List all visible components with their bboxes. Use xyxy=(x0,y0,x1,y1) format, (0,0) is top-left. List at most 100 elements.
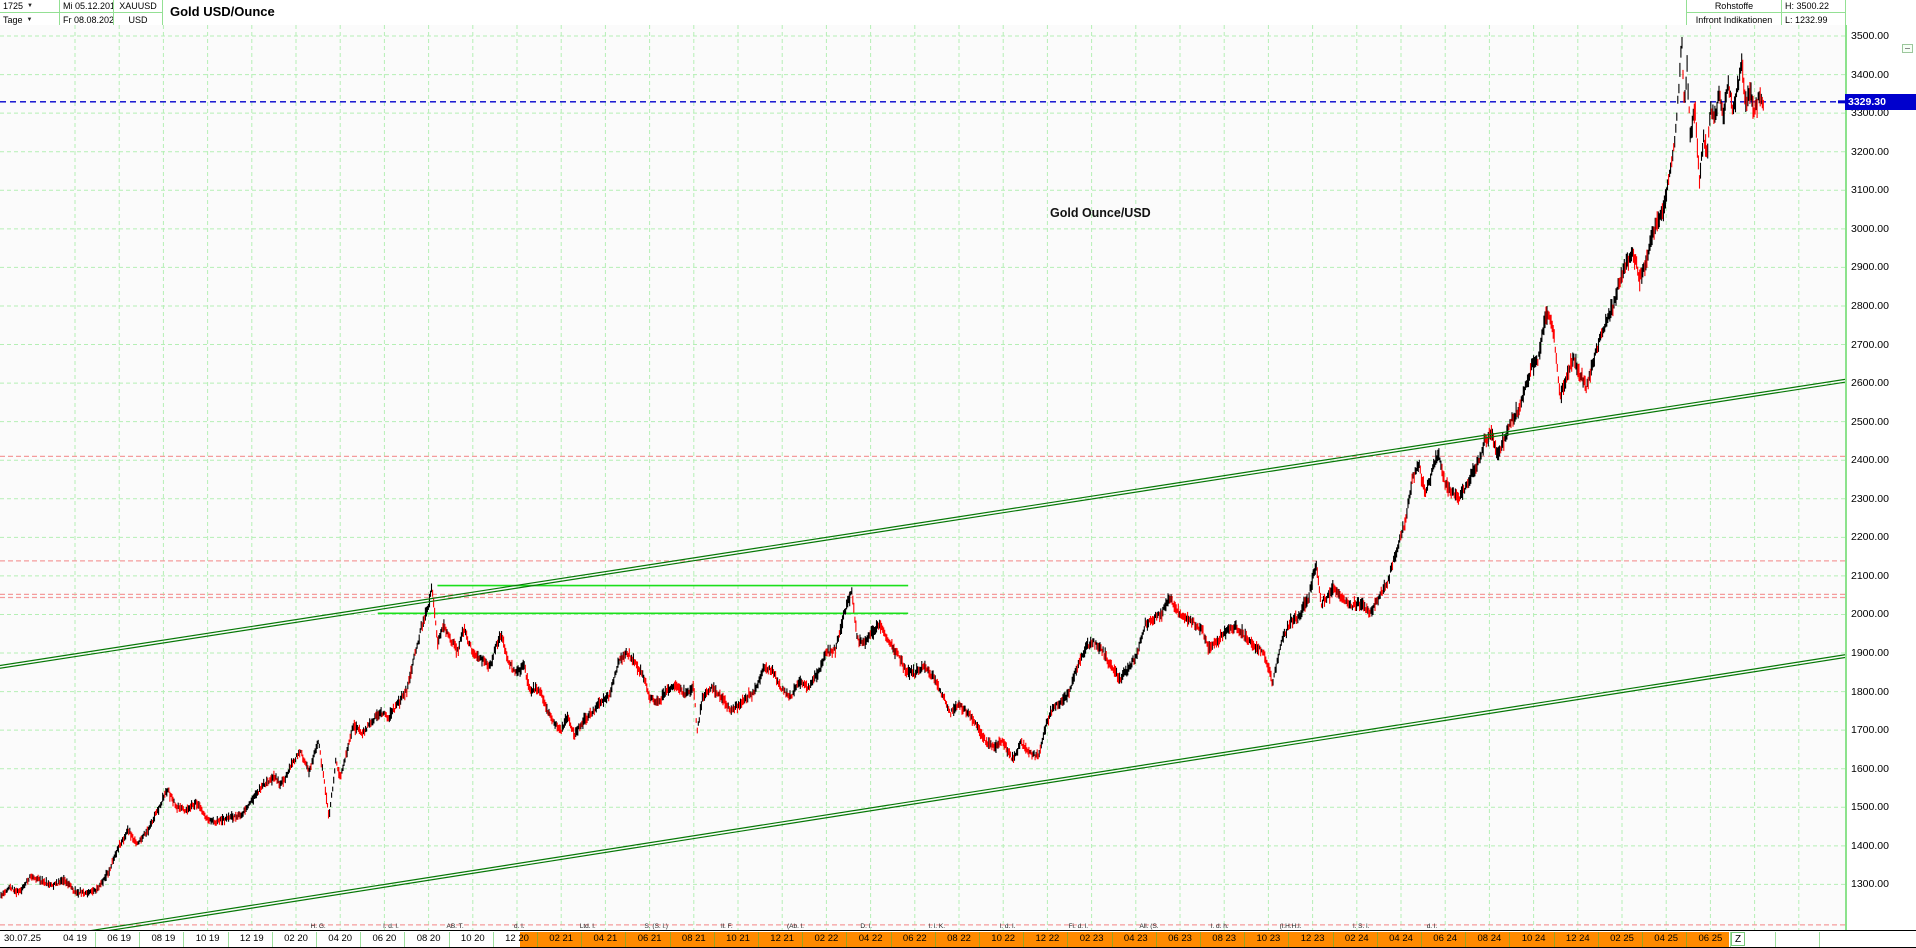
price-axis-label: 2200.00 xyxy=(1851,531,1889,544)
date-from-field[interactable]: Mi 05.12.2018 xyxy=(60,0,114,13)
time-axis-tick xyxy=(183,932,185,947)
time-axis-label: 08 21 xyxy=(681,933,706,944)
time-axis-tick xyxy=(581,932,583,947)
time-axis-tick xyxy=(1465,932,1467,947)
time-axis-label: 06 20 xyxy=(372,933,397,944)
time-axis-label: 12 20 xyxy=(505,933,529,944)
price-axis-label: 1400.00 xyxy=(1851,839,1889,852)
time-axis-label: 02 21 xyxy=(549,933,574,944)
period-high-readout: H: 3500.22 xyxy=(1782,0,1846,13)
collapse-icon[interactable] xyxy=(1902,44,1913,53)
price-axis-label: 3100.00 xyxy=(1851,184,1889,197)
time-axis-tick xyxy=(1288,932,1290,947)
time-axis-label: 02 20 xyxy=(284,933,308,944)
time-axis-tick xyxy=(1155,932,1157,947)
time-axis-tick xyxy=(802,932,804,947)
time-axis-label: 08 22 xyxy=(947,933,971,944)
time-axis-tick xyxy=(95,932,96,947)
time-axis-tick xyxy=(1111,932,1113,947)
event-marker-label: l. d. l. xyxy=(999,923,1016,930)
event-marker-label: l. d. l. xyxy=(383,923,399,930)
price-axis-label: 2400.00 xyxy=(1851,454,1889,467)
time-axis-label: 06 19 xyxy=(107,933,132,944)
time-axis-tick xyxy=(448,932,450,947)
period-dropdown[interactable]: 1725 ▼ xyxy=(0,0,60,13)
time-axis-tick xyxy=(1332,932,1334,947)
time-axis-tick xyxy=(360,932,362,947)
time-axis-label: 10 23 xyxy=(1256,933,1281,944)
price-axis-label: 3500.00 xyxy=(1851,30,1889,42)
time-axis-label: 06 22 xyxy=(902,933,927,944)
price-axis-label: 3200.00 xyxy=(1851,145,1889,158)
price-axis-label: 2800.00 xyxy=(1851,299,1889,312)
time-axis-tick xyxy=(1376,932,1378,947)
time-axis-tick xyxy=(758,932,759,947)
page-title: Gold USD/Ounce xyxy=(170,4,275,19)
price-axis-label: 2500.00 xyxy=(1851,415,1889,428)
time-axis-tick xyxy=(492,932,494,947)
price-chart-canvas[interactable] xyxy=(0,25,1845,930)
chevron-down-icon: ▼ xyxy=(27,3,33,9)
event-marker-label: AB. T. xyxy=(446,923,464,930)
time-axis-tick xyxy=(1553,932,1555,947)
event-marker-label: l. d. h. xyxy=(1210,923,1229,930)
price-axis-label: 3400.00 xyxy=(1851,68,1889,81)
time-axis[interactable]: 30.07.25 Z 04 19 06 19 08 19 10 19 12 19 02 2… xyxy=(0,930,1916,948)
time-axis-tick xyxy=(669,932,671,947)
time-axis-label: 10 21 xyxy=(726,933,750,944)
period-value: 1725 xyxy=(3,1,24,11)
time-axis-tick xyxy=(1818,932,1820,947)
event-marker-label: H. G. xyxy=(310,923,326,930)
time-axis-label: 04 25 xyxy=(1654,933,1679,944)
time-axis-label: 12 19 xyxy=(239,933,264,944)
price-axis-label: 2000.00 xyxy=(1851,608,1889,621)
time-axis-label: 02 22 xyxy=(814,933,839,944)
time-axis-tick xyxy=(934,932,936,947)
time-axis-tick xyxy=(139,932,141,947)
time-axis-label: 12 23 xyxy=(1300,933,1325,944)
time-axis-label: 04 21 xyxy=(593,933,618,944)
time-axis-label: 10 20 xyxy=(460,933,485,944)
time-axis-label: 04 19 xyxy=(63,933,87,944)
price-axis-label: 1500.00 xyxy=(1851,801,1889,814)
event-marker-label: l. S. l. xyxy=(1353,923,1370,930)
time-axis-tick xyxy=(316,932,317,947)
price-axis-label: 1800.00 xyxy=(1851,685,1889,698)
event-marker-label: (l.H.H.l. xyxy=(1279,923,1302,930)
price-axis-label: 1300.00 xyxy=(1851,878,1889,891)
last-price-badge: 3329.30 xyxy=(1845,93,1916,110)
time-axis-label: 12 22 xyxy=(1035,933,1060,944)
time-axis-tick xyxy=(890,932,892,947)
event-marker-label: D. l. xyxy=(860,923,872,930)
chevron-down-icon: ▼ xyxy=(26,16,33,23)
event-marker-label: ll. F. xyxy=(721,923,733,930)
feed-name: Rohstoffe xyxy=(1686,0,1782,13)
chart-window: 1725 ▼ Mi 05.12.2018 XAUUSD Tage ▼ Fr 08… xyxy=(0,0,1916,948)
event-marker-label: l. l. K. xyxy=(928,923,946,930)
time-axis-tick xyxy=(1244,932,1246,947)
time-axis-label: 06 25 xyxy=(1698,933,1723,944)
price-axis-label: 1900.00 xyxy=(1851,647,1889,660)
zoom-reset-button[interactable]: Z xyxy=(1731,932,1745,946)
event-marker-label: Fi. d. l. xyxy=(1068,923,1089,930)
time-axis-label: 10 24 xyxy=(1521,933,1546,944)
event-marker-label: S. (S. l.) xyxy=(644,923,668,930)
time-axis-label: 06 24 xyxy=(1433,933,1458,944)
event-marker-label: d. l. xyxy=(1426,923,1438,930)
chart-header: 1725 ▼ Mi 05.12.2018 XAUUSD Tage ▼ Fr 08… xyxy=(0,0,1916,26)
time-axis-tick xyxy=(1200,932,1201,947)
time-axis-tick xyxy=(1730,932,1732,947)
price-axis[interactable]: 3500.00 3400.00 3300.00 3200.00 3100.00 3000.… xyxy=(1845,25,1916,930)
time-axis-tick xyxy=(1642,932,1643,947)
time-axis-label: 04 24 xyxy=(1389,933,1413,944)
price-axis-label: 1600.00 xyxy=(1851,762,1889,775)
time-axis-label: 08 23 xyxy=(1212,933,1237,944)
time-axis-label: 02 24 xyxy=(1344,933,1369,944)
time-axis-tick xyxy=(1509,932,1511,947)
time-axis-label: 04 20 xyxy=(328,933,353,944)
symbol-field[interactable]: XAUUSD xyxy=(114,0,163,13)
time-axis-tick xyxy=(1421,932,1422,947)
event-marker-label: (Ab. l. xyxy=(786,923,804,930)
time-axis-tick xyxy=(1023,932,1025,947)
price-axis-label: 1700.00 xyxy=(1851,724,1889,737)
